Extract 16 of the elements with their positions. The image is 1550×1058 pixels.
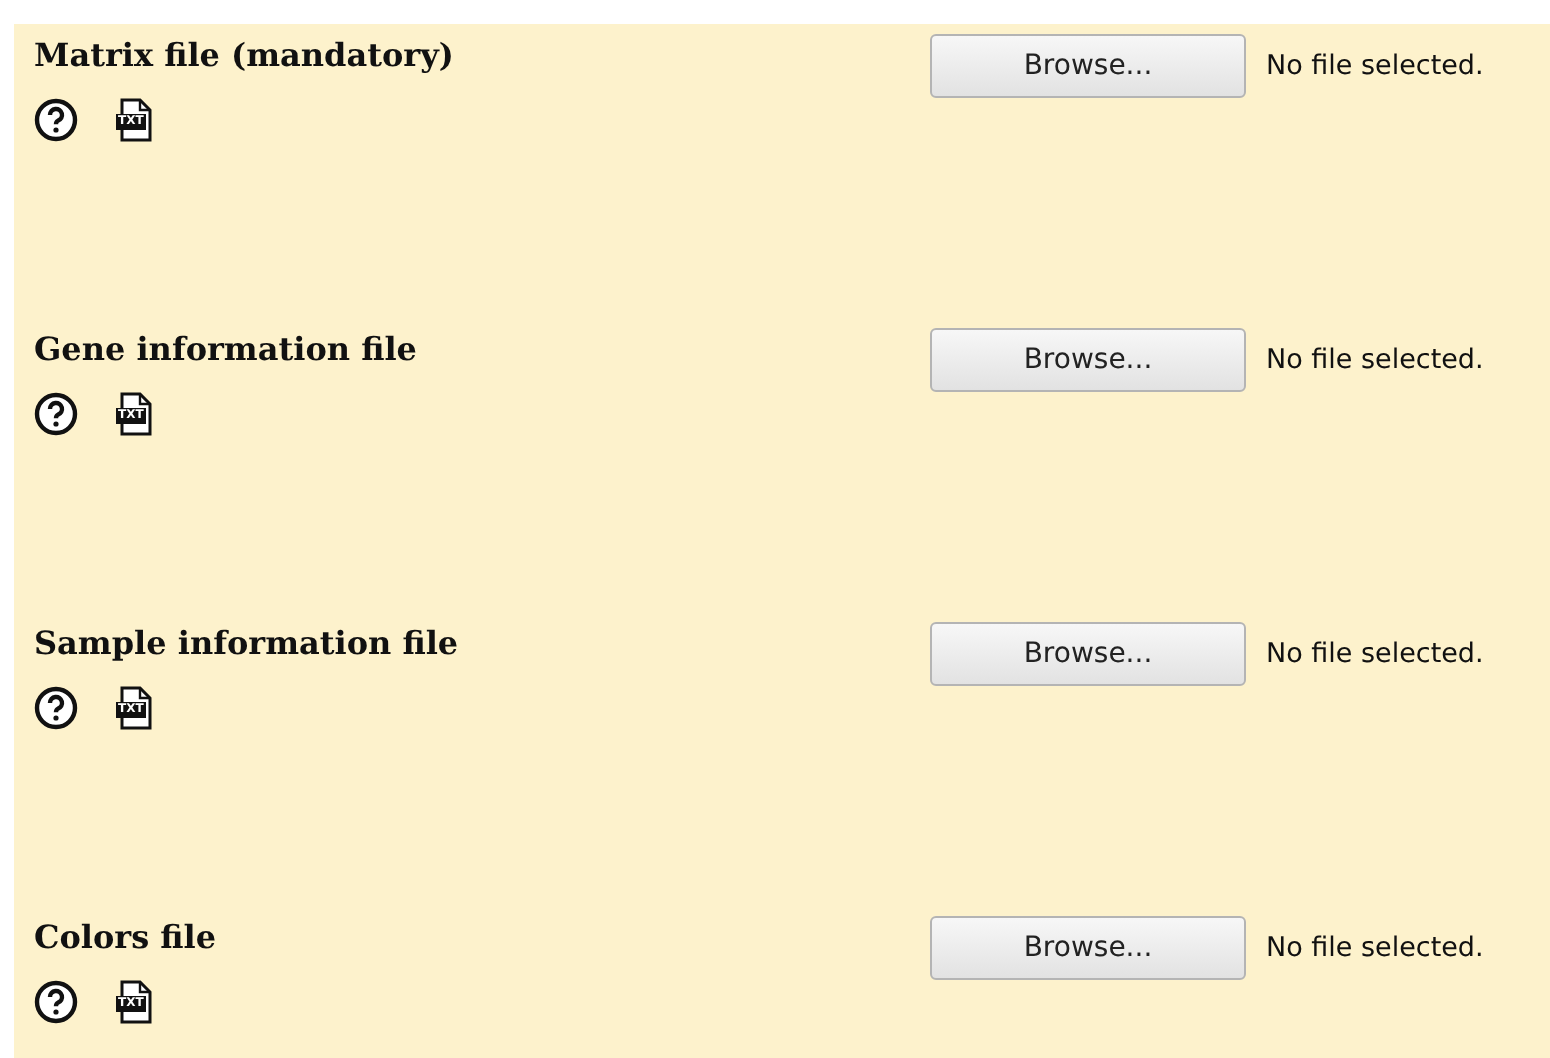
help-icon[interactable] bbox=[34, 98, 78, 142]
field-label: Colors file bbox=[34, 918, 217, 956]
help-icon[interactable] bbox=[34, 980, 78, 1024]
file-status: No file selected. bbox=[1266, 932, 1484, 964]
file-status: No file selected. bbox=[1266, 638, 1484, 670]
help-icon[interactable] bbox=[34, 686, 78, 730]
field-label: Matrix file (mandatory) bbox=[34, 36, 454, 74]
field-label: Sample information file bbox=[34, 624, 459, 662]
field-label: Gene information file bbox=[34, 330, 417, 368]
browse-button[interactable]: Browse... bbox=[930, 916, 1246, 980]
help-icon[interactable] bbox=[34, 392, 78, 436]
file-status: No file selected. bbox=[1266, 344, 1484, 376]
browse-button[interactable]: Browse... bbox=[930, 328, 1246, 392]
browse-button[interactable]: Browse... bbox=[930, 622, 1246, 686]
file-status: No file selected. bbox=[1266, 50, 1484, 82]
browse-button[interactable]: Browse... bbox=[930, 34, 1246, 98]
